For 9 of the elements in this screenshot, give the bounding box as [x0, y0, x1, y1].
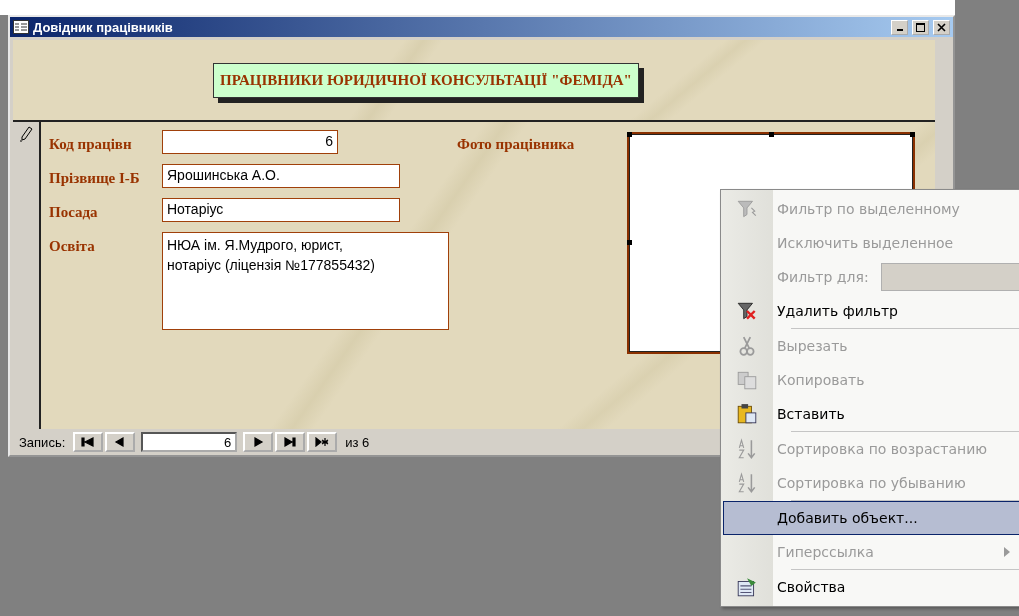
record-label: Запись:: [19, 434, 66, 450]
field-label: Освіта: [49, 237, 96, 255]
record-count: из 6: [345, 434, 370, 450]
field-label: Посада: [49, 203, 99, 221]
field-label: Фото працівника: [457, 135, 576, 154]
field-label: Код працівн: [49, 135, 133, 153]
menu-label: Фильтр для:: [777, 269, 869, 285]
field-label: Прізвище І-Б: [49, 169, 141, 187]
window-title: Довідник працівників: [33, 19, 174, 35]
